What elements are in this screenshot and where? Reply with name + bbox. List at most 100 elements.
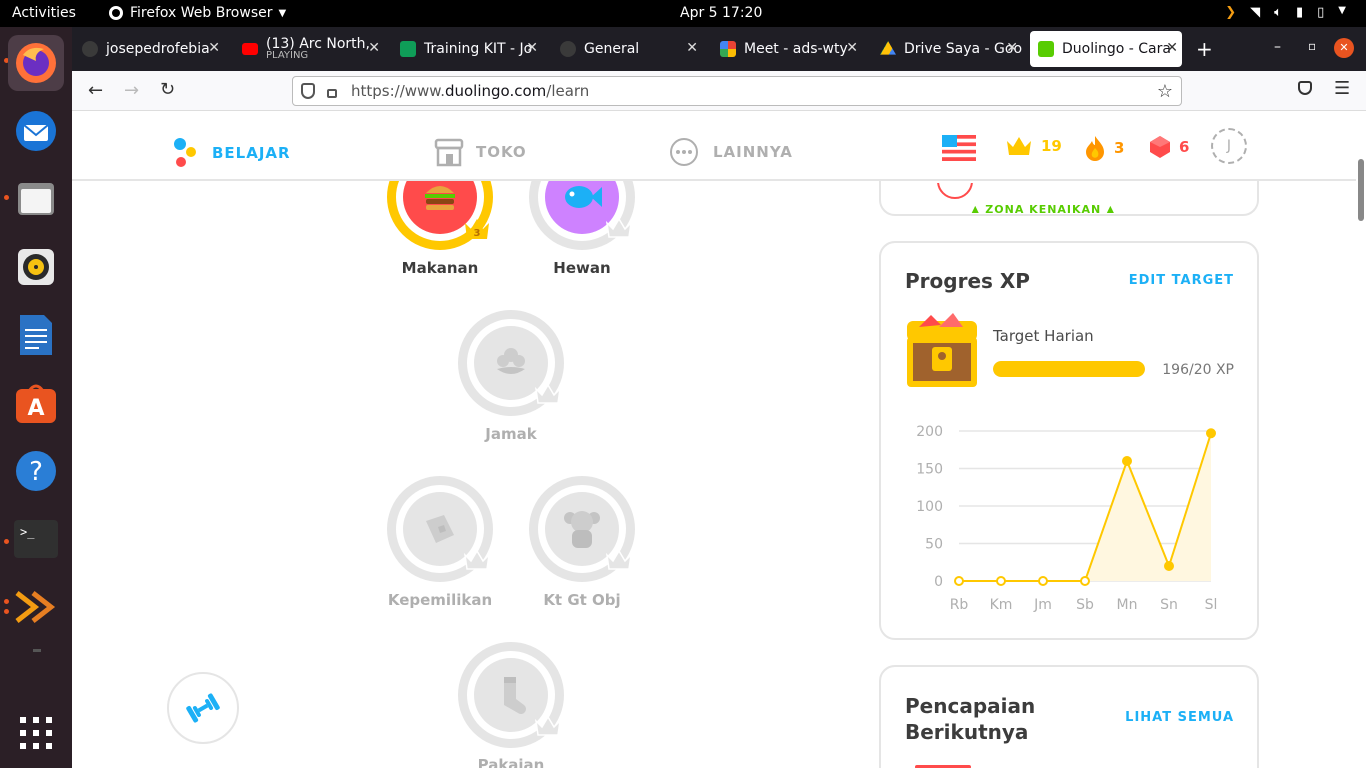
us-flag-icon bbox=[942, 135, 976, 161]
tab-youtube[interactable]: (13) Arc North, PLAYING ✕ bbox=[234, 31, 384, 67]
bookmark-star-icon[interactable]: ☆ bbox=[1157, 81, 1173, 102]
rhythmbox-icon[interactable] bbox=[8, 239, 64, 295]
minimize-button[interactable]: – bbox=[1274, 39, 1281, 55]
course-flag[interactable] bbox=[942, 135, 976, 161]
system-tray[interactable]: ❯ ◥ 🔈︎ ▮ ▯ ▼ bbox=[1225, 5, 1346, 20]
pocket-icon[interactable] bbox=[1298, 81, 1312, 95]
gems-counter[interactable]: 6 bbox=[1149, 135, 1189, 159]
libreoffice-writer-icon[interactable] bbox=[8, 307, 64, 363]
x-tick-label: Sb bbox=[1076, 597, 1094, 613]
github-icon bbox=[82, 41, 98, 57]
y-tick-label: 200 bbox=[916, 424, 943, 440]
new-tab-button[interactable]: + bbox=[1196, 37, 1213, 61]
close-icon[interactable]: ✕ bbox=[208, 40, 220, 56]
tab-duolingo[interactable]: Duolingo - Cara ✕ bbox=[1030, 31, 1182, 67]
dock-separator bbox=[33, 649, 41, 652]
help-icon[interactable]: ? bbox=[8, 443, 64, 499]
ulauncher-icon[interactable]: ❯ bbox=[1225, 5, 1236, 20]
close-icon[interactable]: ✕ bbox=[846, 40, 858, 56]
close-icon[interactable]: ✕ bbox=[1006, 40, 1018, 56]
thunderbird-icon[interactable] bbox=[8, 103, 64, 159]
achievements-title: Pencapaian Berikutnya bbox=[905, 694, 1036, 744]
tab-meet[interactable]: Meet - ads-wty ✕ bbox=[712, 31, 862, 67]
streak-counter[interactable]: 3 bbox=[1084, 135, 1124, 161]
svg-text:3: 3 bbox=[474, 228, 481, 239]
crown-level-badge: 3 bbox=[464, 218, 490, 239]
show-applications-icon[interactable] bbox=[8, 705, 64, 761]
microphone-icon[interactable]: ▮ bbox=[1296, 5, 1303, 20]
daily-progress-bar bbox=[993, 361, 1145, 377]
practice-button[interactable] bbox=[167, 672, 239, 744]
flame-icon bbox=[1086, 136, 1104, 161]
crowns-counter[interactable]: 19 bbox=[1005, 135, 1062, 157]
reload-icon[interactable]: ↻ bbox=[160, 79, 175, 100]
ulauncher-app-icon[interactable] bbox=[8, 579, 64, 635]
app-menu[interactable]: Firefox Web Browser ▼ bbox=[108, 5, 286, 21]
tab-strip: josepedrofebia ✕ (13) Arc North, PLAYING… bbox=[72, 27, 1366, 71]
system-top-bar: Activities Firefox Web Browser ▼ Apr 5 1… bbox=[0, 0, 1366, 27]
close-icon[interactable]: ✕ bbox=[526, 40, 538, 56]
edit-target-link[interactable]: EDIT TARGET bbox=[1129, 273, 1234, 288]
page-scrollbar[interactable] bbox=[1358, 159, 1364, 221]
data-point bbox=[954, 576, 964, 586]
system-menu-chevron-icon[interactable]: ▼ bbox=[1338, 5, 1346, 20]
duolingo-header: BELAJAR TOKO LAINNYA 19 3 6 J bbox=[72, 111, 1356, 181]
y-tick-label: 100 bbox=[916, 499, 943, 515]
crown-icon bbox=[1007, 137, 1031, 155]
nav-more[interactable]: LAINNYA bbox=[669, 137, 793, 167]
tab-general[interactable]: General ✕ bbox=[552, 31, 702, 67]
window-close-button[interactable]: ✕ bbox=[1334, 38, 1354, 58]
svg-text:>_: >_ bbox=[20, 525, 35, 539]
league-avatar-partial bbox=[937, 183, 973, 199]
tab-sheets[interactable]: Training KIT - Jo ✕ bbox=[392, 31, 542, 67]
navigation-toolbar: ← → ↻ https://www.duolingo.com/learn ☆ ☰ bbox=[72, 71, 1366, 111]
xp-progress-card: Progres XP EDIT TARGET Target Harian 196… bbox=[879, 241, 1259, 640]
nav-learn[interactable]: BELAJAR bbox=[172, 137, 291, 169]
files-icon[interactable] bbox=[8, 171, 64, 227]
next-achievements-card: Pencapaian Berikutnya LIHAT SEMUA bbox=[879, 665, 1259, 768]
activities-button[interactable]: Activities bbox=[12, 5, 76, 21]
data-point bbox=[1038, 576, 1048, 586]
url-bar[interactable]: https://www.duolingo.com/learn ☆ bbox=[292, 76, 1182, 106]
app-center-icon[interactable]: A bbox=[8, 375, 64, 431]
daily-target-label: Target Harian bbox=[993, 327, 1094, 345]
avatar[interactable]: J bbox=[1211, 128, 1247, 164]
tracking-protection-shield-icon[interactable] bbox=[301, 83, 315, 99]
close-icon[interactable]: ✕ bbox=[1166, 40, 1178, 56]
tab-title: General bbox=[584, 41, 640, 57]
y-tick-label: 150 bbox=[916, 462, 943, 478]
battery-icon[interactable]: ▯ bbox=[1317, 5, 1324, 20]
treasure-chest-icon bbox=[907, 313, 977, 387]
x-tick-label: Km bbox=[990, 597, 1013, 613]
google-meet-icon bbox=[720, 41, 736, 57]
tab-github[interactable]: josepedrofebia ✕ bbox=[74, 31, 224, 67]
terminal-icon[interactable]: >_ bbox=[8, 511, 64, 567]
xp-progress-title: Progres XP bbox=[905, 269, 1030, 293]
back-arrow-icon[interactable]: ← bbox=[88, 80, 103, 101]
tab-playing-status: PLAYING bbox=[266, 50, 309, 61]
ubuntu-dock: A ? >_ bbox=[0, 27, 72, 768]
forward-arrow-icon[interactable]: → bbox=[124, 80, 139, 101]
crown-level-badge bbox=[534, 383, 562, 404]
see-all-link[interactable]: LIHAT SEMUA bbox=[1125, 710, 1234, 725]
clock[interactable]: Apr 5 17:20 bbox=[680, 5, 762, 21]
url-text: https://www.duolingo.com/learn bbox=[351, 82, 590, 100]
data-point bbox=[1080, 576, 1090, 586]
y-tick-label: 50 bbox=[925, 537, 943, 553]
promotion-zone-label: ▲ ZONA KENAIKAN ▲ bbox=[971, 203, 1116, 213]
volume-icon[interactable]: 🔈︎ bbox=[1274, 5, 1282, 20]
tab-drive[interactable]: Drive Saya - Goo ✕ bbox=[872, 31, 1022, 67]
close-icon[interactable]: ✕ bbox=[368, 40, 380, 56]
app-menu-label: Firefox Web Browser bbox=[130, 5, 273, 21]
nav-shop[interactable]: TOKO bbox=[434, 137, 527, 167]
chevron-down-icon: ▼ bbox=[278, 7, 287, 19]
lock-icon[interactable] bbox=[327, 88, 337, 98]
daily-progress-text: 196/20 XP bbox=[1162, 362, 1234, 378]
maximize-button[interactable]: ▫ bbox=[1308, 39, 1316, 53]
close-icon[interactable]: ✕ bbox=[686, 40, 698, 56]
crown-level-badge bbox=[605, 549, 633, 570]
hamburger-menu-icon[interactable]: ☰ bbox=[1334, 78, 1350, 99]
svg-text:?: ? bbox=[29, 457, 43, 487]
wifi-icon[interactable]: ◥ bbox=[1250, 5, 1260, 20]
firefox-icon[interactable] bbox=[8, 35, 64, 91]
